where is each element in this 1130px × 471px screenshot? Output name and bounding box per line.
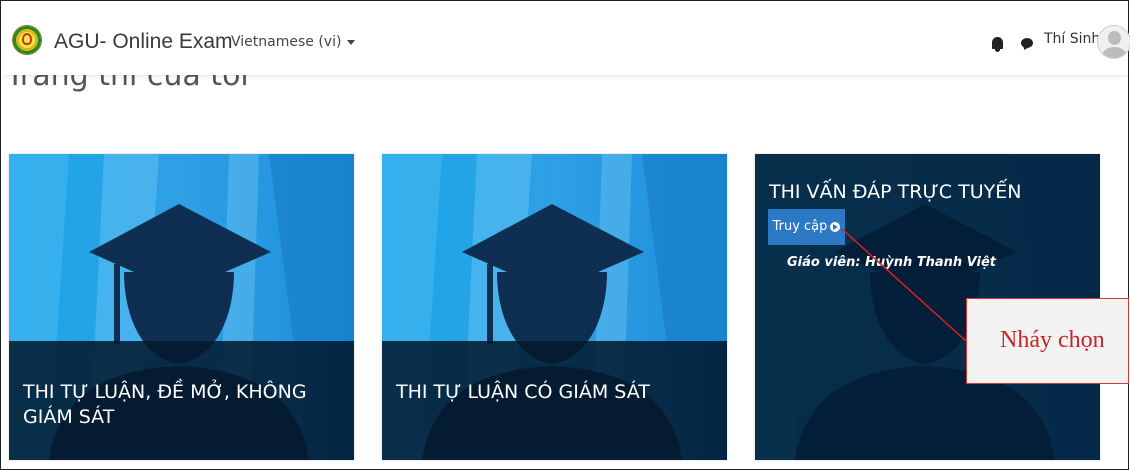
language-label: Vietnamese ‎(vi)‎ xyxy=(231,34,342,50)
teacher-name: Giáo viên: Huỳnh Thanh Việt xyxy=(787,255,996,270)
card-title[interactable]: THI VẤN ĐÁP TRỰC TUYẾN xyxy=(769,180,1089,205)
bell-icon[interactable] xyxy=(992,37,1003,52)
logo-icon[interactable] xyxy=(12,25,42,55)
access-button-label: Truy cập xyxy=(772,219,828,234)
card-title[interactable]: THI TỰ LUẬN CÓ GIÁM SÁT xyxy=(396,380,716,405)
user-menu-name[interactable]: Thí Sinh xyxy=(1044,31,1100,47)
caret-down-icon xyxy=(347,39,356,45)
callout-text: Nháy chọn xyxy=(1000,327,1105,353)
site-name[interactable]: AGU- Online Exam xyxy=(54,30,233,54)
access-button[interactable]: Truy cập xyxy=(768,209,845,245)
avatar[interactable] xyxy=(1097,25,1130,59)
arrow-circle-right-icon xyxy=(830,221,841,232)
annotation-callout: Nháy chọn xyxy=(966,298,1129,384)
card-title[interactable]: THI TỰ LUẬN, ĐỀ MỞ, KHÔNG GIÁM SÁT xyxy=(23,380,343,430)
exam-card-essay-proctored[interactable]: THI TỰ LUẬN CÓ GIÁM SÁT xyxy=(382,154,727,460)
exam-card-essay-open[interactable]: THI TỰ LUẬN, ĐỀ MỞ, KHÔNG GIÁM SÁT xyxy=(9,154,354,460)
language-menu[interactable]: Vietnamese ‎(vi)‎ xyxy=(231,34,356,50)
navbar: AGU- Online Exam Vietnamese ‎(vi)‎ Thí S… xyxy=(1,1,1130,75)
chat-icon[interactable] xyxy=(1021,38,1033,48)
